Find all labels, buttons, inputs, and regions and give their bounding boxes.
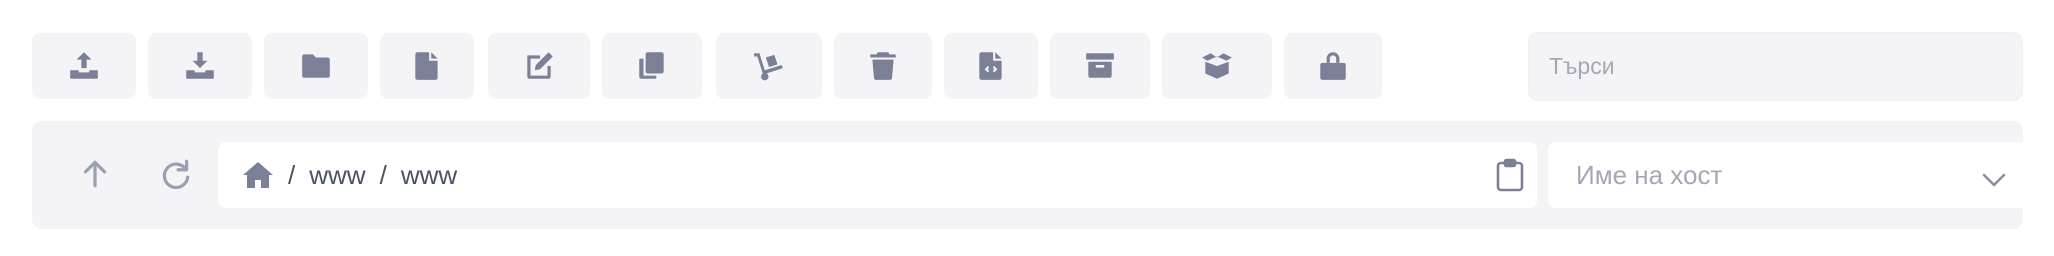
upload-button[interactable] — [32, 33, 136, 99]
search-input[interactable] — [1549, 53, 2022, 80]
home-button[interactable] — [242, 160, 274, 190]
open-box-icon — [1202, 53, 1232, 79]
hand-truck-icon — [754, 53, 783, 81]
trash-icon — [870, 52, 896, 80]
chevron-down-icon — [1982, 164, 2006, 195]
archive-button[interactable] — [1050, 33, 1150, 99]
move-button[interactable] — [716, 33, 822, 99]
lock-icon — [1320, 52, 1346, 80]
download-button[interactable] — [148, 33, 252, 99]
host-select[interactable]: Име на хост — [1548, 142, 2036, 208]
breadcrumb-separator: / — [288, 159, 296, 190]
breadcrumb: / www / www — [218, 142, 1537, 208]
arrow-up-icon — [83, 160, 107, 188]
refresh-button[interactable] — [153, 151, 199, 197]
refresh-icon — [162, 159, 190, 190]
extract-button[interactable] — [1162, 33, 1272, 99]
archive-icon — [1086, 53, 1114, 78]
delete-button[interactable] — [834, 33, 932, 99]
new-file-button[interactable] — [380, 33, 474, 99]
file-code-icon — [979, 52, 1002, 80]
code-button[interactable] — [944, 33, 1038, 99]
go-up-button[interactable] — [72, 151, 118, 197]
host-select-placeholder: Име на хост — [1576, 159, 1723, 190]
download-icon — [186, 52, 214, 79]
permissions-button[interactable] — [1284, 33, 1382, 99]
edit-button[interactable] — [488, 33, 590, 99]
clipboard-icon — [1496, 158, 1524, 192]
copy-path-button[interactable] — [1495, 158, 1525, 199]
copy-button[interactable] — [602, 33, 702, 99]
breadcrumb-separator: / — [379, 159, 387, 190]
breadcrumb-segment[interactable]: www — [401, 160, 457, 191]
upload-icon — [70, 52, 98, 79]
new-folder-button[interactable] — [264, 33, 368, 99]
breadcrumb-segment[interactable]: www — [309, 160, 365, 191]
file-icon — [415, 52, 438, 80]
path-bar: / www / www Име на хост — [32, 121, 2036, 229]
folder-icon — [302, 54, 330, 78]
copy-icon — [639, 52, 664, 79]
edit-icon — [527, 52, 553, 79]
search-box — [1528, 32, 2023, 101]
home-icon — [243, 162, 273, 188]
